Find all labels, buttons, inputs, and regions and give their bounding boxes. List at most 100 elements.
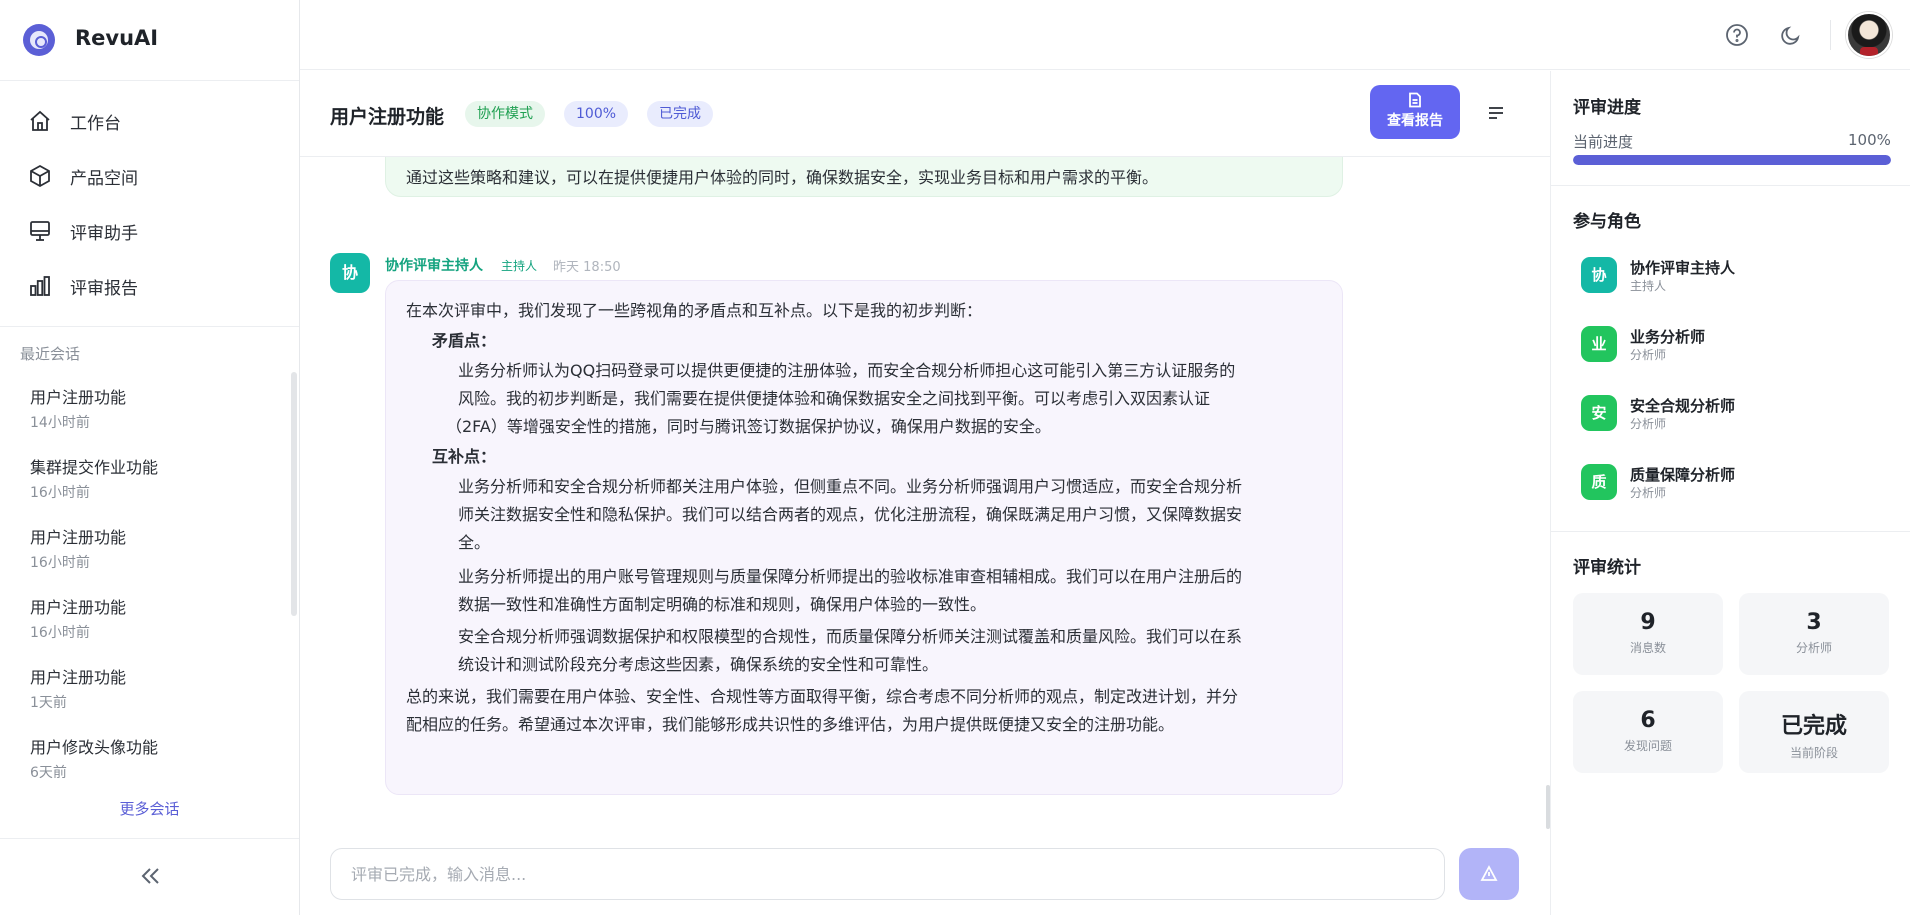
- recent-session-item[interactable]: 用户注册功能 16小时前: [30, 594, 270, 650]
- role-icon: 协: [1581, 257, 1617, 293]
- recent-session-title: 集群提交作业功能: [30, 458, 159, 477]
- recent-session-time: 16小时前: [30, 555, 90, 571]
- mode-badge: 协作模式: [465, 101, 545, 127]
- help-icon: [1726, 24, 1748, 46]
- complement-line: 统设计和测试阶段充分考虑这些因素，确保系统的安全性和可靠性。: [458, 655, 939, 674]
- stat-label: 消息数: [1629, 641, 1666, 655]
- message-time: 昨天 18:50: [553, 259, 621, 275]
- bar-chart-icon: [30, 276, 50, 296]
- sender-role-tag: 主持人: [501, 258, 538, 273]
- role-sub: 分析师: [1630, 348, 1667, 362]
- collapse-sidebar-button[interactable]: [136, 864, 164, 888]
- role-item[interactable]: 安 安全合规分析师 分析师: [1581, 395, 1881, 435]
- recent-session-time: 16小时前: [30, 485, 90, 501]
- recent-session-time: 1天前: [30, 695, 67, 711]
- right-panel: 评审进度 当前进度 100% 参与角色 协 协作评审主持人 主持人 业 业务分析…: [1550, 71, 1910, 915]
- recent-session-title: 用户注册功能: [30, 528, 127, 547]
- stat-value: 9: [1640, 610, 1656, 635]
- progress-title: 评审进度: [1573, 98, 1641, 118]
- conflict-line: （2FA）等增强安全性的措施，同时与腾讯签订数据保护协议，确保用户数据的安全。: [446, 417, 1051, 436]
- recent-session-item[interactable]: 用户修改头像功能 6天前: [30, 734, 270, 790]
- chat-title: 用户注册功能: [330, 106, 445, 128]
- message-meta: 协作评审主持人 主持人 昨天 18:50: [385, 255, 621, 275]
- message-input[interactable]: [330, 848, 1445, 900]
- cube-icon: [30, 164, 50, 188]
- status-badge: 已完成: [647, 101, 713, 127]
- sidebar: RevuAI 工作台 产品空间 评审助手 评审报告 最近会话 用户注册功能 14…: [0, 0, 300, 915]
- top-bar: [300, 0, 1910, 70]
- panel-divider: [1551, 185, 1910, 186]
- message-list: 通过这些策略和建议，可以在提供便捷用户体验的同时，确保数据安全，实现业务目标和用…: [300, 157, 1550, 832]
- recent-session-item[interactable]: 用户注册功能 1天前: [30, 664, 270, 720]
- recent-session-item[interactable]: 用户注册功能 14小时前: [30, 384, 270, 440]
- role-sub: 主持人: [1630, 279, 1667, 293]
- stat-card: 6 发现问题: [1573, 691, 1723, 773]
- conflict-line: 业务分析师认为QQ扫码登录可以提供更便捷的注册体验，而安全合规分析师担心这可能引…: [458, 361, 1236, 380]
- recent-session-title: 用户注册功能: [30, 388, 127, 407]
- role-sub: 分析师: [1630, 417, 1667, 431]
- sidebar-footer-divider: [0, 838, 299, 839]
- recent-session-title: 用户注册功能: [30, 668, 127, 687]
- role-item[interactable]: 质 质量保障分析师 分析师: [1581, 464, 1881, 504]
- progress-bar-fill: [1573, 155, 1891, 165]
- chat-header: 用户注册功能 协作模式 100% 已完成 查看报告: [300, 71, 1550, 157]
- stat-label: 当前阶段: [1789, 746, 1838, 760]
- monitor-icon: [30, 221, 50, 241]
- nav-item-review-assistant[interactable]: 评审助手: [28, 211, 278, 251]
- view-report-button[interactable]: 查看报告: [1370, 85, 1460, 139]
- complement-line: 业务分析师和安全合规分析师都关注用户体验，但侧重点不同。业务分析师强调用户习惯适…: [458, 477, 1243, 496]
- moon-icon: [1781, 26, 1800, 45]
- nav-item-label: 评审助手: [70, 223, 138, 244]
- role-icon: 业: [1581, 326, 1617, 362]
- menu-button[interactable]: [1484, 101, 1508, 125]
- stat-value: 3: [1806, 610, 1822, 635]
- brand: RevuAI: [0, 0, 299, 81]
- send-button[interactable]: [1459, 848, 1519, 900]
- nav-item-label: 工作台: [70, 113, 121, 134]
- revuai-logo-icon[interactable]: [23, 24, 55, 56]
- nav-item-review-report[interactable]: 评审报告: [28, 266, 278, 306]
- role-name: 安全合规分析师: [1630, 397, 1736, 415]
- recent-session-item[interactable]: 集群提交作业功能 16小时前: [30, 454, 270, 510]
- stats-title: 评审统计: [1573, 558, 1641, 578]
- recent-session-time: 6天前: [30, 765, 67, 781]
- recent-session-time: 14小时前: [30, 415, 90, 431]
- menu-lines-icon: [1489, 107, 1503, 119]
- send-icon: [1480, 865, 1498, 881]
- summary-line: 配相应的任务。希望通过本次评审，我们能够形成共识性的多维评估，为用户提供既便捷又…: [406, 715, 1175, 734]
- more-sessions-link[interactable]: 更多会话: [0, 798, 299, 819]
- chevrons-left-icon: [141, 868, 159, 884]
- sidebar-scrollbar[interactable]: [291, 372, 297, 616]
- stat-label: 分析师: [1795, 641, 1832, 655]
- recent-session-title: 用户注册功能: [30, 598, 127, 617]
- user-avatar[interactable]: [1846, 12, 1892, 58]
- recent-session-time: 16小时前: [30, 625, 90, 641]
- nav-item-product-space[interactable]: 产品空间: [28, 156, 278, 196]
- top-bar-separator: [1830, 20, 1831, 50]
- message-intro: 在本次评审中，我们发现了一些跨视角的矛盾点和互补点。以下是我的初步判断：: [406, 301, 983, 320]
- document-icon: [1409, 92, 1421, 108]
- role-sub: 分析师: [1630, 486, 1667, 500]
- role-item[interactable]: 协 协作评审主持人 主持人: [1581, 257, 1881, 297]
- help-button[interactable]: [1724, 22, 1750, 48]
- sender-name: 协作评审主持人: [385, 258, 483, 274]
- previous-message-text: 通过这些策略和建议，可以在提供便捷用户体验的同时，确保数据安全，实现业务目标和用…: [406, 168, 1159, 187]
- stat-value: 6: [1640, 708, 1656, 733]
- complement-heading: 互补点：: [432, 447, 497, 466]
- progress-value: 100%: [1848, 131, 1891, 149]
- complement-line: 业务分析师提出的用户账号管理规则与质量保障分析师提出的验收标准审查相辅相成。我们…: [458, 567, 1243, 586]
- stat-card: 已完成 当前阶段: [1739, 691, 1889, 773]
- percent-badge: 100%: [564, 101, 629, 127]
- complement-line: 师关注数据安全性和隐私保护。我们可以结合两者的观点，优化注册流程，确保既满足用户…: [458, 505, 1243, 524]
- role-name: 协作评审主持人: [1630, 259, 1736, 277]
- nav-item-workbench[interactable]: 工作台: [28, 101, 278, 141]
- recent-session-item[interactable]: 用户注册功能 16小时前: [30, 524, 270, 580]
- role-icon: 质: [1581, 464, 1617, 500]
- theme-toggle-button[interactable]: [1778, 22, 1804, 48]
- role-item[interactable]: 业 业务分析师 分析师: [1581, 326, 1881, 366]
- conflict-heading: 矛盾点：: [432, 331, 497, 350]
- role-icon: 安: [1581, 395, 1617, 431]
- role-name: 业务分析师: [1630, 328, 1706, 346]
- stat-card: 9 消息数: [1573, 593, 1723, 675]
- view-report-label: 查看报告: [1387, 113, 1443, 129]
